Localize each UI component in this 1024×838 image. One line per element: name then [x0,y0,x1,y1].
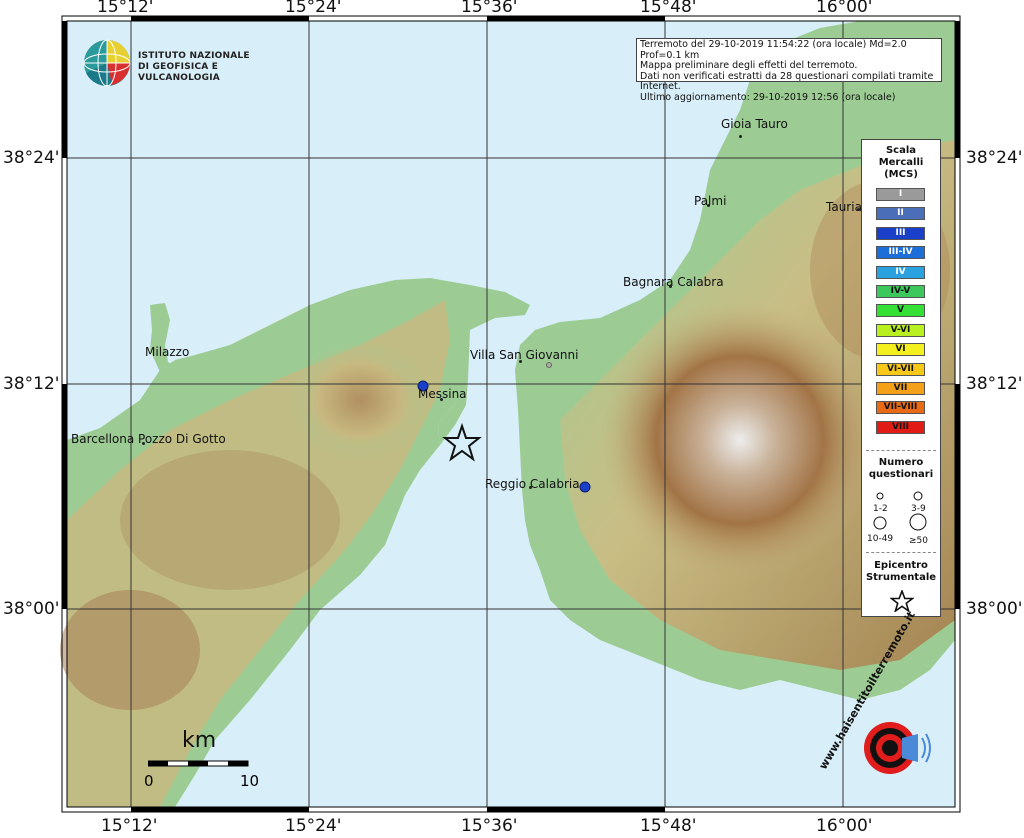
place-marker [440,398,443,401]
q-size-circle-2 [913,491,923,501]
info-line-3: Dati non verificati estratti da 28 quest… [640,70,934,93]
place-marker [707,204,710,207]
legend-title-line-3: (MCS) [884,169,918,180]
mercalli-swatch-iii-iv: III-IV [876,246,925,260]
ingv-logo: ISTITUTO NAZIONALE DI GEOFISICA E VULCAN… [82,38,272,90]
right-lat-2: 38°12' [966,374,1023,394]
legend-divider [866,552,936,553]
scale-start: 0 [144,772,154,790]
epicenter-title-line-2: Strumentale [865,572,937,583]
mercalli-swatch-vii-viii: VII-VIII [876,401,925,415]
scale-end: 10 [240,772,260,790]
mercalli-swatch-v-vi: V-VI [876,323,925,337]
legend-title-line-1: Scala [885,145,917,156]
nebrodi-relief [120,450,340,590]
bottom-lon-5: 16°00' [816,816,873,836]
right-lat-3: 38°00' [966,599,1023,619]
logo-line-2: DI GEOFISICA E VULCANOLOGIA [138,62,220,83]
top-lon-2: 15°24' [285,0,342,17]
place-marker [857,208,860,211]
place-label-tauria: Tauria [826,200,862,214]
top-lon-5: 16°00' [816,0,873,17]
top-lon-3: 15°36' [461,0,518,17]
legend-title-line-2: Mercalli [878,157,924,168]
info-line-1: Terremoto del 29-10-2019 11:54:22 (ora l… [640,39,907,61]
top-lon-1: 15°12' [97,0,154,17]
mercalli-swatch-iv: IV [876,265,925,279]
epicenter-title-line-1: Epicentro [874,560,928,571]
place-marker [669,285,672,288]
mercalli-swatch-vi-vii: VI-VII [876,362,925,376]
inland-relief [60,590,200,710]
questionnaires-title-line-2: questionari [868,469,934,480]
mercalli-swatch-iv-v: IV-V [876,285,925,298]
q-size-label-1: 1-2 [873,504,888,514]
mercalli-swatch-viii: VIII [876,420,925,434]
place-label-gioia-tauro: Gioia Tauro [721,117,788,131]
place-label-barcellona: Barcellona Pozzo Di Gotto [71,432,226,446]
bottom-lon-3: 15°36' [461,816,518,836]
mercalli-swatch-iii: III [876,226,925,240]
legend-divider [866,450,936,451]
q-size-circle-1 [876,492,884,500]
q-size-label-4: ≥50 [909,536,928,546]
haisentito-logo: www.haisentitoilterremoto.it [817,609,948,800]
bottom-lon-2: 15°24' [285,816,342,836]
intensity-point-reggio-calabria[interactable] [579,481,591,493]
mercalli-legend: Scala Mercalli (MCS) I II III III-IV IV IV-V V… [861,139,941,617]
top-lon-4: 15°48' [640,0,697,17]
place-marker [529,486,532,489]
bottom-lon-4: 15°48' [640,816,697,836]
place-label-villa-san-giovanni: Villa San Giovanni [470,348,579,362]
place-marker [142,442,145,445]
info-line-4: Ultimo aggiornamento: 29-10-2019 12:56 (… [640,91,896,103]
left-lat-1: 38°24' [3,148,60,168]
event-info-box: Terremoto del 29-10-2019 11:54:22 (ora l… [636,38,942,103]
place-label-palmi: Palmi [694,194,727,208]
right-lat-1: 38°24' [966,148,1023,168]
place-label-reggio-calabria: Reggio Calabria [485,477,580,491]
mercalli-swatch-vi: VI [876,343,925,357]
place-marker [739,135,742,138]
questionnaires-title-line-1: Numero [878,457,924,468]
place-label-bagnara-calabra: Bagnara Calabra [623,275,724,289]
q-size-circle-3 [873,516,887,530]
left-lat-3: 38°00' [3,599,60,619]
peloritani-relief [290,340,430,460]
q-size-label-2: 3-9 [911,504,926,514]
left-lat-2: 38°12' [3,374,60,394]
bottom-lon-1: 15°12' [101,816,158,836]
minor-point [546,362,552,368]
mercalli-swatch-ii: II [876,207,925,221]
logo-line-1: ISTITUTO NAZIONALE [138,51,250,61]
place-label-milazzo: Milazzo [145,345,190,359]
q-size-circle-4 [909,513,927,531]
mercalli-swatch-vii: VII [876,382,925,395]
mercalli-swatch-i: I [876,188,925,201]
place-marker [519,360,522,363]
mercalli-swatch-v: V [876,304,925,318]
scale-bar-graphic [148,760,249,767]
ingv-globe-icon [83,39,131,87]
legend-star-icon [890,590,914,612]
q-size-label-3: 10-49 [867,534,894,544]
scale-bar: km 0 10 [142,728,262,798]
scale-unit: km [182,728,217,753]
